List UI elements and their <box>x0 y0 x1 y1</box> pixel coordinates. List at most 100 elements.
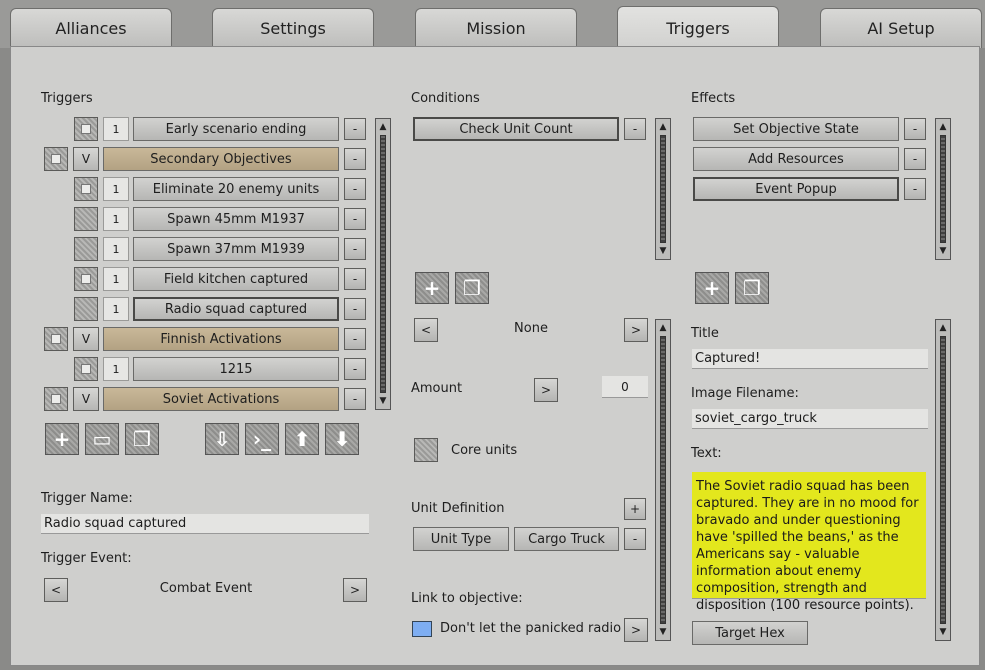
condition-row[interactable]: Check Unit Count <box>413 117 619 141</box>
copy-icon[interactable]: ❐ <box>125 423 159 455</box>
triggers-scrollbar[interactable]: ▲ ▼ <box>375 118 391 410</box>
popup-title-field[interactable]: Captured! <box>692 349 928 369</box>
target-hex-button[interactable]: Target Hex <box>692 621 808 645</box>
group-toggle-button[interactable]: V <box>73 327 99 351</box>
scroll-down-icon[interactable]: ▼ <box>936 244 950 258</box>
remove-effect-button[interactable]: - <box>904 178 926 200</box>
scroll-track[interactable] <box>940 135 946 243</box>
scroll-up-icon[interactable]: ▲ <box>936 120 950 134</box>
scroll-track[interactable] <box>660 135 666 243</box>
group-checkbox[interactable] <box>44 387 68 411</box>
remove-trigger-button[interactable]: - <box>344 148 366 170</box>
tab-triggers[interactable]: Triggers <box>617 6 779 50</box>
copy-condition-icon[interactable]: ❐ <box>455 272 489 304</box>
remove-trigger-button[interactable]: - <box>344 238 366 260</box>
trigger-checkbox[interactable] <box>74 237 98 261</box>
effects-heading: Effects <box>691 91 736 106</box>
trigger-row-selected[interactable]: Radio squad captured <box>133 297 339 321</box>
scroll-down-icon[interactable]: ▼ <box>656 244 670 258</box>
remove-trigger-button[interactable]: - <box>344 268 366 290</box>
group-checkbox[interactable] <box>44 147 68 171</box>
effect-details-scrollbar[interactable]: ▲ ▼ <box>935 319 951 641</box>
objective-next-button[interactable]: > <box>624 618 648 642</box>
trigger-row[interactable]: Spawn 45mm M1937 <box>133 207 339 231</box>
scroll-down-icon[interactable]: ▼ <box>656 625 670 639</box>
remove-trigger-button[interactable]: - <box>344 388 366 410</box>
tab-ai-setup[interactable]: AI Setup <box>820 8 982 48</box>
copy-effect-icon[interactable]: ❐ <box>735 272 769 304</box>
event-next-button[interactable]: > <box>343 578 367 602</box>
condition-prev-button[interactable]: < <box>414 318 438 342</box>
trigger-row[interactable]: Field kitchen captured <box>133 267 339 291</box>
amount-button[interactable]: > <box>534 378 558 402</box>
add-effect-icon[interactable]: + <box>695 272 729 304</box>
trigger-name-field[interactable]: Radio squad captured <box>41 514 369 534</box>
popup-text-area[interactable]: The Soviet radio squad has been captured… <box>692 472 926 613</box>
remove-condition-button[interactable]: - <box>624 118 646 140</box>
move-up-icon[interactable]: ⬆ <box>285 423 319 455</box>
remove-trigger-button[interactable]: - <box>344 298 366 320</box>
tab-alliances[interactable]: Alliances <box>10 8 172 48</box>
group-toggle-button[interactable]: V <box>73 387 99 411</box>
condition-details-scrollbar[interactable]: ▲ ▼ <box>655 319 671 641</box>
trigger-row[interactable]: Eliminate 20 enemy units <box>133 177 339 201</box>
effect-row[interactable]: Set Objective State <box>693 117 899 141</box>
trigger-checkbox[interactable] <box>74 117 98 141</box>
trigger-row[interactable]: Spawn 37mm M1939 <box>133 237 339 261</box>
trigger-group-row[interactable]: Secondary Objectives <box>103 147 339 171</box>
remove-effect-button[interactable]: - <box>904 118 926 140</box>
group-toggle-button[interactable]: V <box>73 147 99 171</box>
conditions-scrollbar[interactable]: ▲ ▼ <box>655 118 671 260</box>
console-icon[interactable]: ›_ <box>245 423 279 455</box>
add-condition-icon[interactable]: + <box>415 272 449 304</box>
trigger-checkbox[interactable] <box>74 177 98 201</box>
remove-trigger-button[interactable]: - <box>344 328 366 350</box>
trigger-row[interactable]: Early scenario ending <box>133 117 339 141</box>
condition-next-button[interactable]: > <box>624 318 648 342</box>
group-checkbox[interactable] <box>44 327 68 351</box>
folder-icon[interactable]: ▭ <box>85 423 119 455</box>
add-unit-definition-button[interactable]: + <box>624 498 646 520</box>
scroll-up-icon[interactable]: ▲ <box>936 321 950 335</box>
trigger-checkbox[interactable] <box>74 357 98 381</box>
remove-trigger-button[interactable]: - <box>344 118 366 140</box>
import-icon[interactable]: ⇩ <box>205 423 239 455</box>
trigger-name-label: Trigger Name: <box>41 491 133 506</box>
effect-row-selected[interactable]: Event Popup <box>693 177 899 201</box>
trigger-group-row[interactable]: Finnish Activations <box>103 327 339 351</box>
scroll-up-icon[interactable]: ▲ <box>656 321 670 335</box>
scroll-up-icon[interactable]: ▲ <box>656 120 670 134</box>
trigger-row[interactable]: 1215 <box>133 357 339 381</box>
scroll-track[interactable] <box>660 336 666 624</box>
scroll-up-icon[interactable]: ▲ <box>376 120 390 134</box>
core-units-checkbox[interactable] <box>414 438 438 462</box>
scroll-down-icon[interactable]: ▼ <box>376 394 390 408</box>
effects-scrollbar[interactable]: ▲ ▼ <box>935 118 951 260</box>
tab-settings[interactable]: Settings <box>212 8 374 48</box>
add-icon[interactable]: + <box>45 423 79 455</box>
trigger-group-row[interactable]: Soviet Activations <box>103 387 339 411</box>
remove-unit-definition-button[interactable]: - <box>624 528 646 550</box>
remove-trigger-button[interactable]: - <box>344 208 366 230</box>
trigger-checkbox[interactable] <box>74 267 98 291</box>
trigger-checkbox[interactable] <box>74 297 98 321</box>
trigger-checkbox[interactable] <box>74 207 98 231</box>
event-prev-button[interactable]: < <box>44 578 68 602</box>
amount-field[interactable]: 0 <box>602 376 648 398</box>
trigger-event-value: Combat Event <box>159 581 253 596</box>
scroll-track[interactable] <box>380 135 386 393</box>
unit-type-value[interactable]: Cargo Truck <box>514 527 619 551</box>
trigger-count: 1 <box>103 207 129 231</box>
trigger-event-label: Trigger Event: <box>41 551 132 566</box>
linked-objective-value[interactable]: Don't let the panicked radio squad <box>440 621 646 636</box>
tab-mission[interactable]: Mission <box>415 8 577 48</box>
move-down-icon[interactable]: ⬇ <box>325 423 359 455</box>
remove-trigger-button[interactable]: - <box>344 358 366 380</box>
scroll-down-icon[interactable]: ▼ <box>936 625 950 639</box>
effect-row[interactable]: Add Resources <box>693 147 899 171</box>
scroll-track[interactable] <box>940 336 946 624</box>
image-filename-field[interactable]: soviet_cargo_truck <box>692 409 928 429</box>
unit-type-button[interactable]: Unit Type <box>413 527 509 551</box>
remove-effect-button[interactable]: - <box>904 148 926 170</box>
remove-trigger-button[interactable]: - <box>344 178 366 200</box>
